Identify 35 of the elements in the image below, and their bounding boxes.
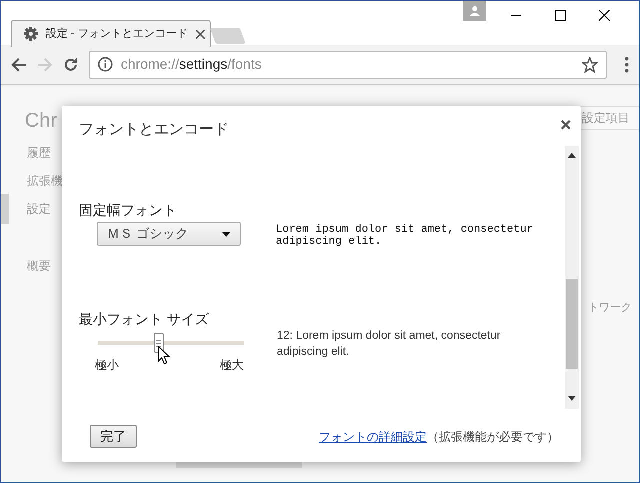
gear-icon: [24, 27, 38, 41]
dialog-title: フォントとエンコード: [79, 120, 229, 140]
url-text: chrome://settings/fonts: [121, 55, 263, 74]
menu-icon[interactable]: [625, 56, 629, 72]
address-bar[interactable]: chrome://settings/fonts: [89, 50, 607, 78]
extension-note: （拡張機能が必要です）: [427, 428, 559, 446]
new-tab-button[interactable]: [210, 28, 246, 44]
section-heading: 最小フォント サイズ: [79, 310, 210, 328]
dropdown-arrow-icon: [222, 232, 231, 236]
sample-text: 12: Lorem ipsum dolor sit amet, consectetur adipiscing elit.: [277, 329, 502, 360]
close-icon[interactable]: [561, 120, 571, 130]
close-icon[interactable]: [599, 10, 610, 21]
info-icon[interactable]: [98, 57, 113, 72]
reload-icon[interactable]: [63, 56, 79, 72]
back-icon[interactable]: [11, 58, 27, 72]
section-heading: 固定幅フォント: [79, 201, 178, 219]
sample-text: Lorem ipsum dolor sit amet, consectetur adipiscing elit.: [276, 223, 534, 248]
maximize-icon[interactable]: [555, 10, 566, 21]
close-icon[interactable]: [196, 30, 205, 38]
browser-tab[interactable]: 設定 - フォントとエンコード: [11, 20, 211, 47]
tab-title: 設定 - フォントとエンコード: [46, 26, 188, 42]
advanced-font-settings-link[interactable]: フォントの詳細設定: [319, 428, 427, 446]
font-dropdown[interactable]: ＭＳ ゴシック: [97, 222, 241, 246]
cursor-icon: [158, 346, 170, 365]
page-title: Chr: [25, 109, 58, 134]
scroll-down-icon[interactable]: [568, 396, 576, 401]
scrollbar-thumb[interactable]: [566, 279, 578, 369]
scrollbar[interactable]: [565, 146, 579, 409]
settings-text: トワーク: [588, 301, 632, 316]
star-icon[interactable]: [582, 56, 598, 72]
scroll-up-icon[interactable]: [568, 153, 576, 158]
minimize-icon[interactable]: [511, 15, 521, 17]
slider-max-label: 極大: [220, 357, 244, 374]
done-button[interactable]: 完了: [90, 425, 137, 448]
slider-min-label: 極小: [95, 357, 119, 374]
